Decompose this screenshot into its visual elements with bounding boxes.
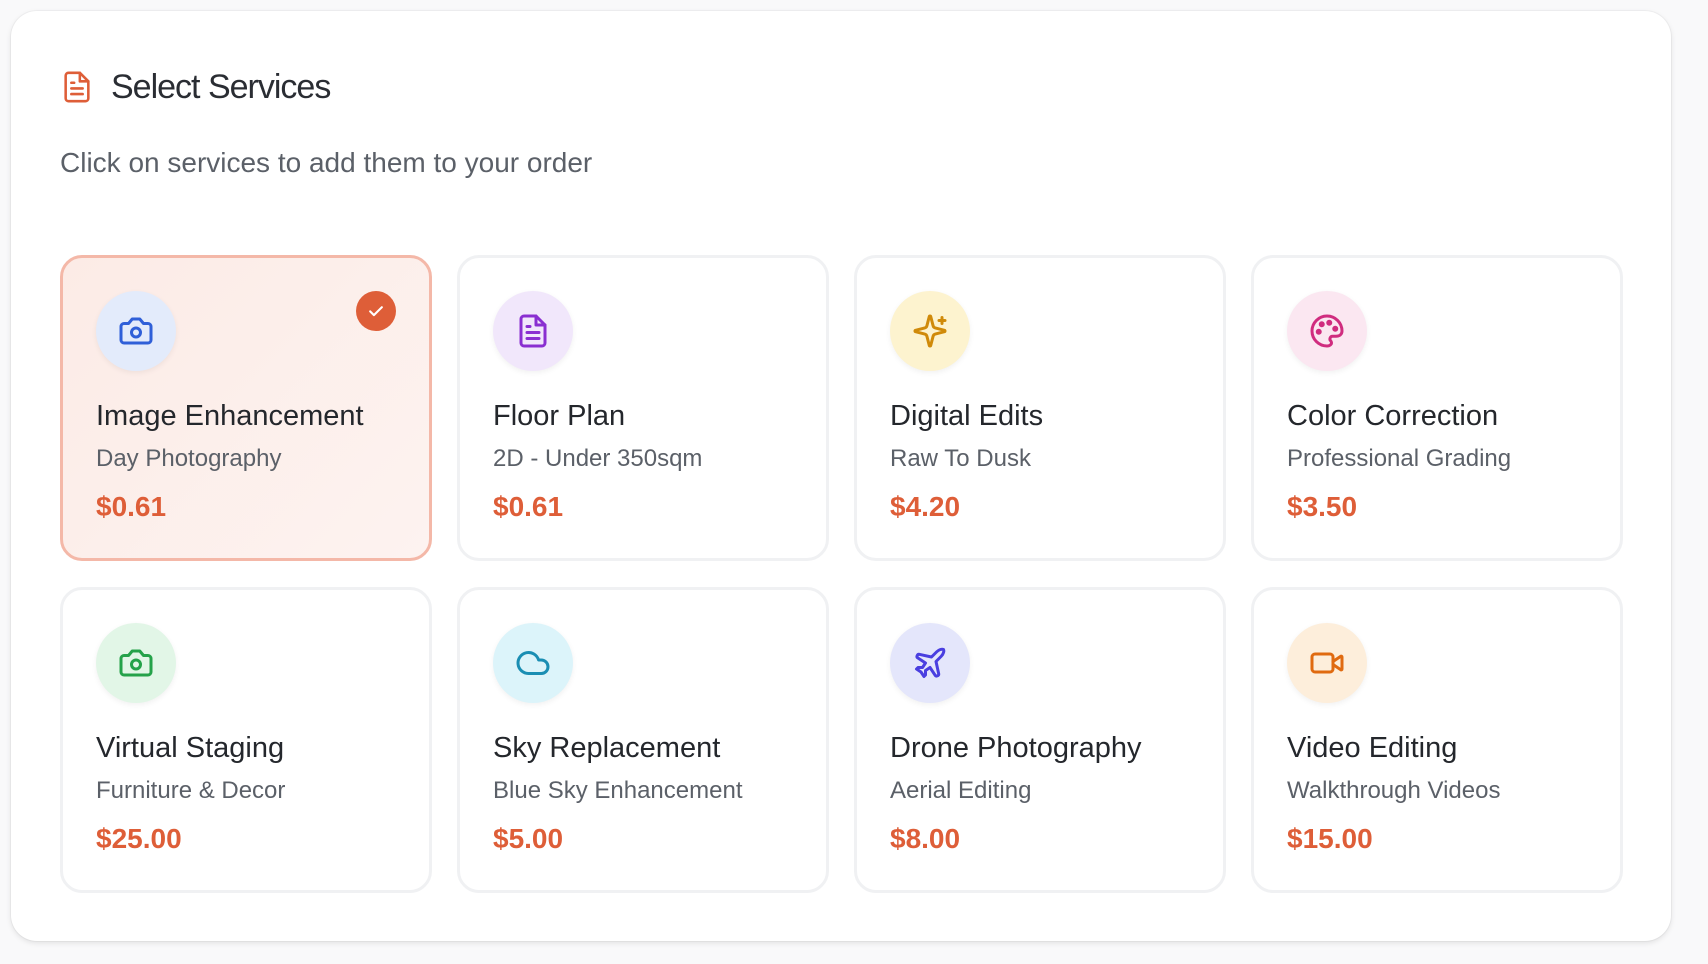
camera-icon xyxy=(118,313,154,349)
service-icon-badge xyxy=(1287,623,1367,703)
service-subtitle: Professional Grading xyxy=(1287,445,1512,472)
service-subtitle: Day Photography xyxy=(96,445,282,472)
sparkles-icon xyxy=(912,313,948,349)
service-card-drone-photography[interactable]: Drone Photography Aerial Editing $8.00 xyxy=(854,587,1226,893)
service-icon-badge xyxy=(890,623,970,703)
service-price: $5.00 xyxy=(493,823,564,854)
service-title: Floor Plan xyxy=(493,400,626,432)
service-subtitle: Raw To Dusk xyxy=(890,445,1031,472)
service-title: Video Editing xyxy=(1287,732,1458,764)
plane-icon xyxy=(912,645,948,681)
service-price: $25.00 xyxy=(96,823,182,854)
services-grid: Image Enhancement Day Photography $0.61 Flo… xyxy=(60,255,1623,893)
service-subtitle: Blue Sky Enhancement xyxy=(493,777,743,804)
service-title: Color Correction xyxy=(1287,400,1499,432)
service-price: $3.50 xyxy=(1287,491,1358,522)
service-card-digital-edits[interactable]: Digital Edits Raw To Dusk $4.20 xyxy=(854,255,1226,561)
service-price: $0.61 xyxy=(96,491,167,522)
service-title: Virtual Staging xyxy=(96,732,285,764)
panel-header: Select Services xyxy=(59,67,331,107)
service-card-video-editing[interactable]: Video Editing Walkthrough Videos $15.00 xyxy=(1251,587,1623,893)
document-icon xyxy=(59,67,95,107)
service-card-virtual-staging[interactable]: Virtual Staging Furniture & Decor $25.00 xyxy=(60,587,432,893)
service-title: Image Enhancement xyxy=(96,400,364,432)
palette-icon xyxy=(1309,313,1345,349)
service-card-image-enhancement[interactable]: Image Enhancement Day Photography $0.61 xyxy=(60,255,432,561)
service-icon-badge xyxy=(890,291,970,371)
service-card-floor-plan[interactable]: Floor Plan 2D - Under 350sqm $0.61 xyxy=(457,255,829,561)
service-subtitle: Furniture & Decor xyxy=(96,777,286,804)
service-card-color-correction[interactable]: Color Correction Professional Grading $3.5… xyxy=(1251,255,1623,561)
selected-check-icon xyxy=(356,291,396,331)
service-icon-badge xyxy=(1287,291,1367,371)
page-title: Select Services xyxy=(111,67,331,106)
service-price: $0.61 xyxy=(493,491,564,522)
service-icon-badge xyxy=(96,291,176,371)
service-title: Digital Edits xyxy=(890,400,1044,432)
page-subtitle: Click on services to add them to your or… xyxy=(60,147,593,178)
camera-icon xyxy=(118,645,154,681)
service-price: $8.00 xyxy=(890,823,961,854)
document-icon xyxy=(515,313,551,349)
video-icon xyxy=(1309,645,1345,681)
service-subtitle: Walkthrough Videos xyxy=(1287,777,1501,804)
service-subtitle: Aerial Editing xyxy=(890,777,1032,804)
service-icon-badge xyxy=(493,291,573,371)
services-panel: Select Services Click on services to add… xyxy=(11,11,1671,941)
cloud-icon xyxy=(515,645,551,681)
service-icon-badge xyxy=(493,623,573,703)
service-icon-badge xyxy=(96,623,176,703)
service-card-sky-replacement[interactable]: Sky Replacement Blue Sky Enhancement $5.00 xyxy=(457,587,829,893)
service-price: $15.00 xyxy=(1287,823,1373,854)
service-title: Sky Replacement xyxy=(493,732,721,764)
service-title: Drone Photography xyxy=(890,732,1142,764)
service-price: $4.20 xyxy=(890,491,961,522)
service-subtitle: 2D - Under 350sqm xyxy=(493,445,703,472)
